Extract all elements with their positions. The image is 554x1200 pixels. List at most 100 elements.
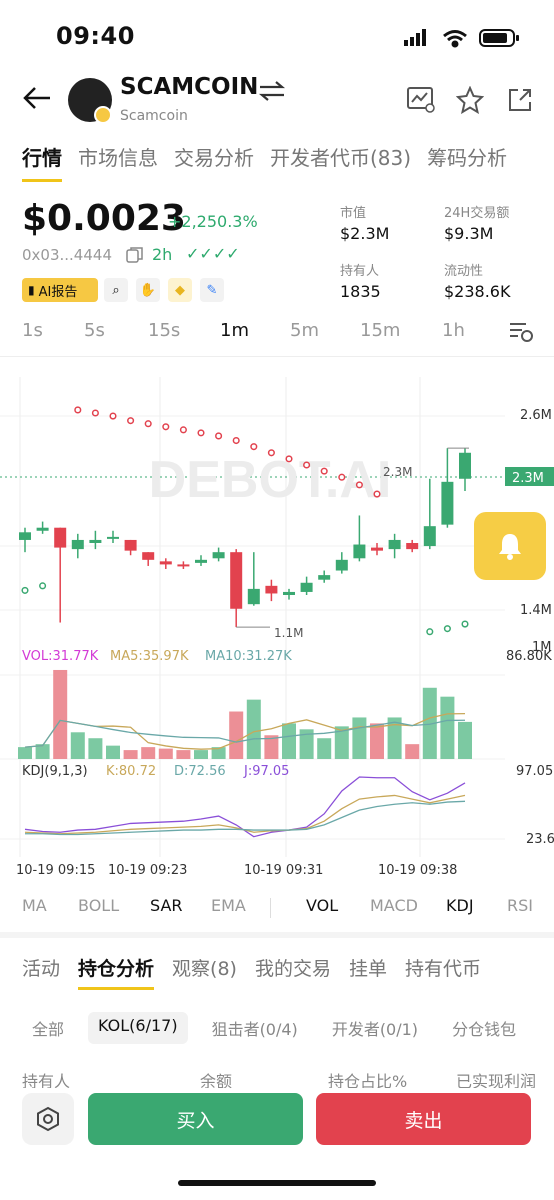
volume-bar-15 <box>282 723 296 759</box>
timeframe-1m[interactable]: 1m <box>220 320 249 341</box>
filter-all[interactable]: 全部 <box>22 1012 74 1044</box>
tab-chip-analysis[interactable]: 筹码分析 <box>427 142 507 182</box>
tab-my-trades[interactable]: 我的交易 <box>255 954 331 990</box>
ai-report-button[interactable]: ▮ AI报告 <box>22 278 98 302</box>
volume-bar-20 <box>370 723 384 759</box>
top-tabs: 行情 市场信息 交易分析 开发者代币(83) 筹码分析 <box>22 142 507 182</box>
volume-bar-22 <box>405 744 420 759</box>
indicator-macd[interactable]: MACD <box>370 896 418 915</box>
high-marker-label: 2.3M <box>383 465 412 479</box>
chart-watermark: DEBOT.AI <box>149 451 392 509</box>
volume-bar-9 <box>176 750 191 759</box>
timeframe-5m[interactable]: 5m <box>290 320 319 341</box>
bottom-tabs: 活动 持仓分析 观察(8) 我的交易 挂单 持有代币 <box>22 954 481 990</box>
sar-dot-12 <box>250 443 258 451</box>
indicator-kdj[interactable]: KDJ <box>446 896 474 915</box>
note-button[interactable]: ✎ <box>200 278 224 302</box>
indicator-ema[interactable]: EMA <box>211 896 246 915</box>
vol-max-label: 86.80K <box>506 649 552 664</box>
share-icon[interactable] <box>506 86 534 114</box>
tab-activity[interactable]: 活动 <box>22 954 60 990</box>
sar-dot-16 <box>320 467 328 475</box>
people-icon: ◆ <box>175 282 185 298</box>
volume-bar-17 <box>317 738 332 759</box>
candle-body-22 <box>406 543 419 550</box>
timeframe-1h[interactable]: 1h <box>442 320 465 341</box>
tab-holdings-analysis[interactable]: 持仓分析 <box>78 954 155 990</box>
star-icon[interactable] <box>456 86 484 114</box>
chart-canvas: DEBOT.AI 2.6M 1.4M M 1M 2.3M 2.3M 1.1M V… <box>0 377 554 878</box>
candle-body-2 <box>54 527 67 548</box>
status-time: 09:40 <box>56 22 135 50</box>
volume-bar-4 <box>88 738 103 759</box>
tab-market[interactable]: 行情 <box>22 142 62 182</box>
sar-dot-11 <box>232 436 240 445</box>
sar-dot-3 <box>91 409 99 417</box>
sar-dot-4 <box>109 412 117 420</box>
sar-dot-15 <box>303 461 311 469</box>
timeframe-15m[interactable]: 15m <box>360 320 400 341</box>
tab-trade-analysis[interactable]: 交易分析 <box>174 142 254 182</box>
filter-snipers[interactable]: 狙击者(0/4) <box>202 1012 308 1044</box>
indicator-rsi[interactable]: RSI <box>507 896 533 915</box>
chain-badge-icon <box>94 106 112 124</box>
indicator-vol[interactable]: VOL <box>306 896 338 915</box>
sell-button[interactable]: 卖出 <box>316 1093 531 1145</box>
tab-orders[interactable]: 挂单 <box>349 954 387 990</box>
candle-body-17 <box>318 575 331 580</box>
candle-body-10 <box>195 559 207 563</box>
tab-watch[interactable]: 观察(8) <box>172 954 237 990</box>
chart-watch-icon[interactable] <box>406 86 436 114</box>
liquidity-value: $238.6K <box>444 282 511 301</box>
battery-icon <box>479 29 519 47</box>
settings-button[interactable] <box>22 1093 74 1145</box>
ma5-legend: MA5:35.97K <box>110 649 189 664</box>
community-button[interactable]: ◆ <box>168 278 192 302</box>
back-arrow-icon[interactable] <box>22 86 52 110</box>
candle-body-4 <box>89 539 102 543</box>
filter-split-wallets[interactable]: 分仓钱包 <box>442 1012 526 1044</box>
price-chart[interactable]: DEBOT.AI 2.6M 1.4M M 1M 2.3M 2.3M 1.1M V… <box>0 356 554 886</box>
candle-body-24 <box>441 481 454 525</box>
y-tick-2-6m: 2.6M <box>520 408 552 423</box>
buy-button[interactable]: 买入 <box>88 1093 303 1145</box>
timeframe-5s[interactable]: 5s <box>84 320 105 341</box>
tab-market-info[interactable]: 市场信息 <box>78 142 158 182</box>
token-title: SCAMCOIN <box>120 74 259 100</box>
price-alert-button[interactable] <box>474 512 546 580</box>
token-subtitle: Scamcoin <box>120 108 188 124</box>
last-price-tag-text: 2.3M <box>512 471 544 486</box>
filter-kol[interactable]: KOL(6/17) <box>88 1012 188 1044</box>
candle-body-18 <box>335 559 348 571</box>
swap-icon[interactable] <box>258 80 286 102</box>
market-cap-label: 市值 <box>340 206 367 221</box>
candle-body-16 <box>300 582 313 592</box>
copy-icon[interactable] <box>126 246 144 264</box>
tab-held-tokens[interactable]: 持有代币 <box>405 954 481 990</box>
vol24-value: $9.3M <box>444 224 494 243</box>
low-marker-label: 1.1M <box>274 626 303 640</box>
tab-dev-tokens[interactable]: 开发者代币(83) <box>270 142 411 182</box>
indicator-ma[interactable]: MA <box>22 896 47 915</box>
sar-dot-7 <box>162 423 170 431</box>
timeframe-1s[interactable]: 1s <box>22 320 43 341</box>
indicator-row: MA BOLL SAR EMA VOL MACD KDJ RSI <box>0 896 554 922</box>
search-token-button[interactable]: ⌕ <box>104 278 128 302</box>
volume-bar-25 <box>458 721 472 759</box>
filter-developers[interactable]: 开发者(0/1) <box>322 1012 428 1044</box>
indicator-sar[interactable]: SAR <box>150 896 183 915</box>
volume-bar-2 <box>53 669 68 759</box>
chart-settings-icon[interactable] <box>508 320 534 344</box>
sar-dot-6 <box>144 420 152 428</box>
indicator-boll[interactable]: BOLL <box>78 896 119 915</box>
ai-report-label: AI报告 <box>38 284 78 300</box>
candle-body-7 <box>142 552 155 560</box>
sar-dot-2 <box>74 406 82 414</box>
kdj-k-line <box>24 794 466 835</box>
timeframe-15s[interactable]: 15s <box>148 320 180 341</box>
volume-bar-7 <box>141 747 156 759</box>
social-button[interactable]: ✋ <box>136 278 160 302</box>
volume-bar-10 <box>194 750 208 759</box>
sar-dot-22 <box>461 620 469 628</box>
volume-bar-24 <box>440 696 455 759</box>
